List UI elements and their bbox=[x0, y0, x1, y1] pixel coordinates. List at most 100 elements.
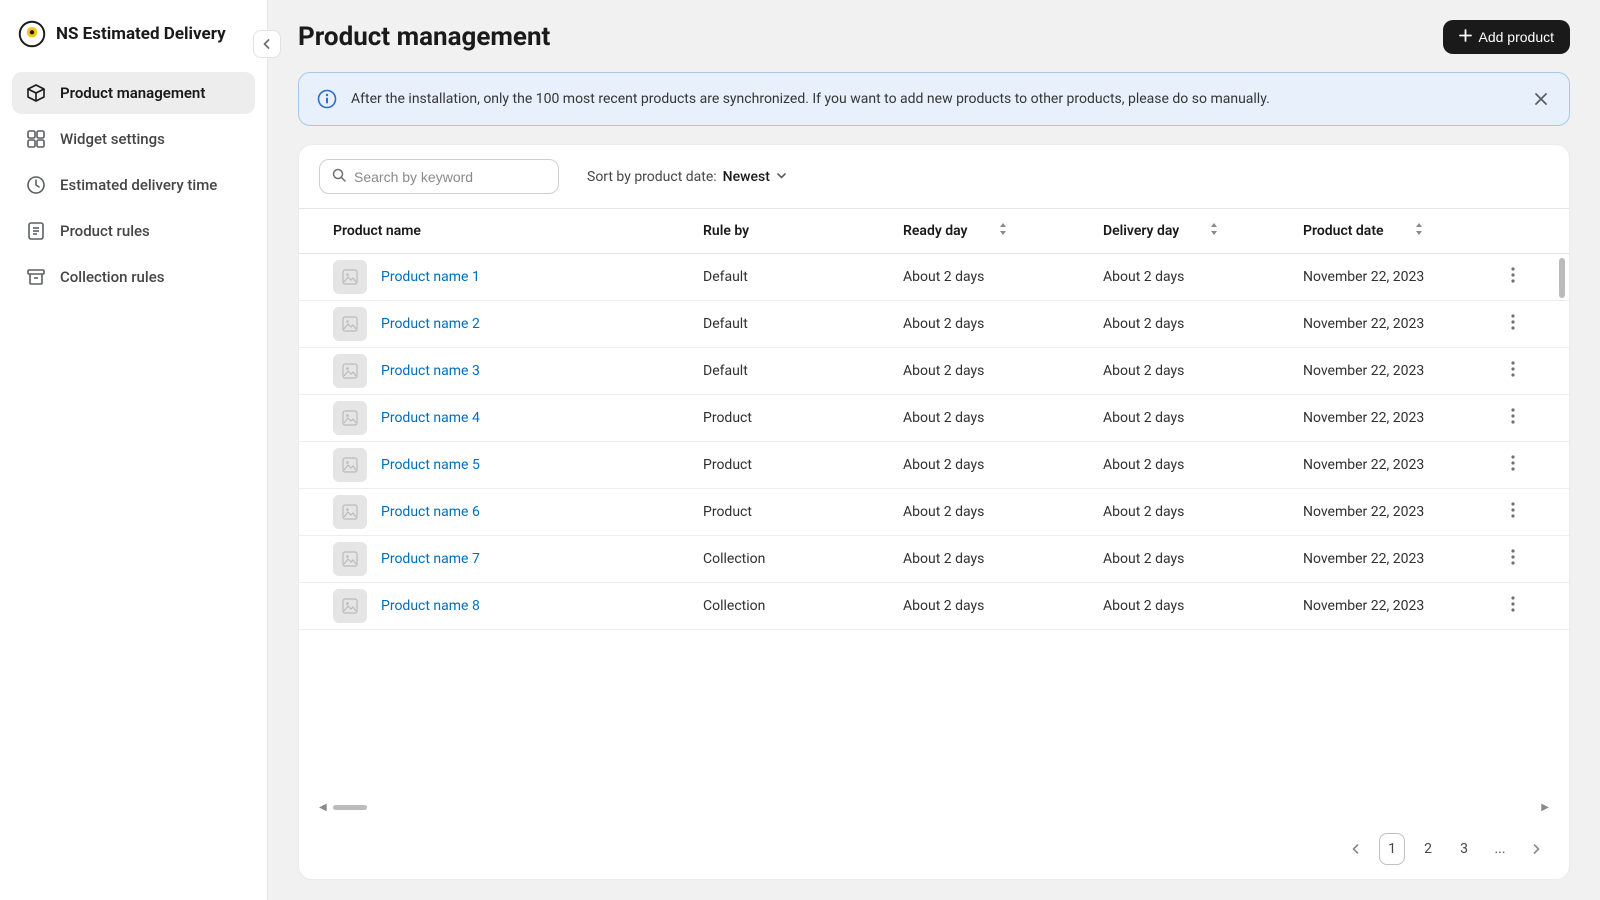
cell-ready-day: About 2 days bbox=[903, 504, 1103, 520]
sidebar-item-widget-settings[interactable]: Widget settings bbox=[12, 118, 255, 160]
cell-rule-by: Product bbox=[703, 457, 903, 473]
table-row: Product name 8CollectionAbout 2 daysAbou… bbox=[299, 583, 1569, 630]
cell-ready-day: About 2 days bbox=[903, 410, 1103, 426]
product-thumbnail bbox=[333, 354, 367, 388]
row-actions-button[interactable] bbox=[1493, 502, 1533, 522]
cell-delivery-day: About 2 days bbox=[1103, 410, 1303, 426]
add-product-label: Add product bbox=[1479, 29, 1555, 45]
product-thumbnail bbox=[333, 307, 367, 341]
search-input[interactable] bbox=[354, 169, 546, 185]
cell-ready-day: About 2 days bbox=[903, 457, 1103, 473]
pagination: 1 2 3 ... bbox=[299, 819, 1569, 879]
cell-product-date: November 22, 2023 bbox=[1303, 598, 1493, 614]
sidebar: NS Estimated Delivery Product management… bbox=[0, 0, 268, 900]
sidebar-collapse-button[interactable] bbox=[253, 30, 281, 58]
table-header: Product name Rule by Ready day Delivery … bbox=[299, 208, 1569, 254]
column-ready-day[interactable]: Ready day bbox=[903, 223, 1103, 239]
sidebar-item-label: Estimated delivery time bbox=[60, 176, 217, 194]
product-name-link[interactable]: Product name 8 bbox=[381, 598, 480, 614]
scroll-right-icon[interactable]: ▶ bbox=[1541, 802, 1549, 813]
row-actions-button[interactable] bbox=[1493, 596, 1533, 616]
product-thumbnail bbox=[333, 448, 367, 482]
product-thumbnail bbox=[333, 260, 367, 294]
pagination-page-2[interactable]: 2 bbox=[1415, 833, 1441, 865]
cell-product-date: November 22, 2023 bbox=[1303, 504, 1493, 520]
cell-delivery-day: About 2 days bbox=[1103, 598, 1303, 614]
product-name-link[interactable]: Product name 3 bbox=[381, 363, 480, 379]
sidebar-item-product-management[interactable]: Product management bbox=[12, 72, 255, 114]
row-actions-button[interactable] bbox=[1493, 267, 1533, 287]
cell-product-date: November 22, 2023 bbox=[1303, 410, 1493, 426]
product-name-link[interactable]: Product name 6 bbox=[381, 504, 480, 520]
horizontal-scrollbar-thumb[interactable] bbox=[333, 805, 367, 810]
product-name-link[interactable]: Product name 4 bbox=[381, 410, 480, 426]
banner-text: After the installation, only the 100 mos… bbox=[351, 91, 1517, 107]
search-box[interactable] bbox=[319, 159, 559, 194]
row-actions-button[interactable] bbox=[1493, 408, 1533, 428]
card-toolbar: Sort by product date: Newest bbox=[299, 145, 1569, 208]
table-body: Product name 1DefaultAbout 2 daysAbout 2… bbox=[299, 254, 1569, 779]
products-card: Sort by product date: Newest Product nam… bbox=[298, 144, 1570, 880]
vertical-scrollbar-thumb[interactable] bbox=[1559, 258, 1565, 298]
box-icon bbox=[26, 83, 46, 103]
cell-rule-by: Default bbox=[703, 269, 903, 285]
plus-icon bbox=[1459, 29, 1472, 45]
row-actions-button[interactable] bbox=[1493, 314, 1533, 334]
chevron-down-icon bbox=[776, 169, 787, 185]
product-name-link[interactable]: Product name 2 bbox=[381, 316, 480, 332]
product-thumbnail bbox=[333, 589, 367, 623]
page-title: Product management bbox=[298, 22, 550, 52]
cell-rule-by: Default bbox=[703, 316, 903, 332]
app-title: NS Estimated Delivery bbox=[56, 24, 226, 44]
scroll-left-icon[interactable]: ◀ bbox=[319, 802, 327, 813]
horizontal-scrollbar[interactable]: ◀ ▶ bbox=[299, 800, 1569, 819]
product-name-link[interactable]: Product name 7 bbox=[381, 551, 480, 567]
row-actions-button[interactable] bbox=[1493, 361, 1533, 381]
row-actions-button[interactable] bbox=[1493, 455, 1533, 475]
product-name-link[interactable]: Product name 5 bbox=[381, 457, 480, 473]
cell-ready-day: About 2 days bbox=[903, 316, 1103, 332]
product-name-link[interactable]: Product name 1 bbox=[381, 269, 480, 285]
sidebar-item-product-rules[interactable]: Product rules bbox=[12, 210, 255, 252]
cell-delivery-day: About 2 days bbox=[1103, 551, 1303, 567]
sidebar-item-label: Widget settings bbox=[60, 130, 165, 148]
table-row: Product name 6ProductAbout 2 daysAbout 2… bbox=[299, 489, 1569, 536]
cell-rule-by: Product bbox=[703, 410, 903, 426]
sidebar-item-estimated-delivery-time[interactable]: Estimated delivery time bbox=[12, 164, 255, 206]
cell-ready-day: About 2 days bbox=[903, 269, 1103, 285]
banner-close-button[interactable] bbox=[1531, 89, 1551, 109]
sidebar-item-label: Product management bbox=[60, 84, 205, 102]
cell-delivery-day: About 2 days bbox=[1103, 316, 1303, 332]
sort-label: Sort by product date: bbox=[587, 169, 717, 185]
cell-rule-by: Product bbox=[703, 504, 903, 520]
column-delivery-day[interactable]: Delivery day bbox=[1103, 223, 1303, 239]
cell-ready-day: About 2 days bbox=[903, 551, 1103, 567]
row-actions-button[interactable] bbox=[1493, 549, 1533, 569]
cell-rule-by: Default bbox=[703, 363, 903, 379]
column-product-name[interactable]: Product name bbox=[333, 223, 703, 239]
column-rule-by[interactable]: Rule by bbox=[703, 223, 903, 239]
cell-product-date: November 22, 2023 bbox=[1303, 269, 1493, 285]
cell-delivery-day: About 2 days bbox=[1103, 457, 1303, 473]
sort-dropdown[interactable]: Sort by product date: Newest bbox=[587, 169, 787, 185]
table-row: Product name 1DefaultAbout 2 daysAbout 2… bbox=[299, 254, 1569, 301]
column-product-date[interactable]: Product date bbox=[1303, 223, 1493, 239]
cell-ready-day: About 2 days bbox=[903, 598, 1103, 614]
cell-rule-by: Collection bbox=[703, 551, 903, 567]
sidebar-item-collection-rules[interactable]: Collection rules bbox=[12, 256, 255, 298]
sort-icon bbox=[998, 223, 1008, 239]
clock-icon bbox=[26, 175, 46, 195]
pagination-page-1[interactable]: 1 bbox=[1379, 833, 1405, 865]
cell-product-date: November 22, 2023 bbox=[1303, 551, 1493, 567]
pagination-prev-button[interactable] bbox=[1343, 833, 1369, 865]
pagination-page-3[interactable]: 3 bbox=[1451, 833, 1477, 865]
sort-icon bbox=[1209, 223, 1219, 239]
table-row: Product name 2DefaultAbout 2 daysAbout 2… bbox=[299, 301, 1569, 348]
sort-value: Newest bbox=[723, 169, 770, 185]
info-banner: After the installation, only the 100 mos… bbox=[298, 72, 1570, 126]
pagination-next-button[interactable] bbox=[1523, 833, 1549, 865]
table-row: Product name 5ProductAbout 2 daysAbout 2… bbox=[299, 442, 1569, 489]
add-product-button[interactable]: Add product bbox=[1443, 20, 1571, 54]
search-icon bbox=[332, 167, 346, 186]
app-logo-icon bbox=[18, 20, 46, 48]
